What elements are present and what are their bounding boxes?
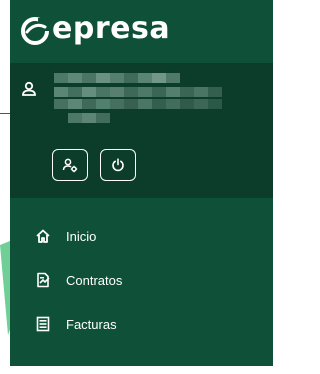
- sidebar: epresa Inicio Contratos Facturas: [10, 0, 273, 366]
- user-panel: [10, 63, 273, 198]
- power-icon: [112, 158, 124, 172]
- invoice-list-icon: [34, 315, 52, 333]
- nav-label-contratos: Contratos: [66, 272, 123, 288]
- logout-button[interactable]: [100, 149, 136, 181]
- nav-item-inicio[interactable]: Inicio: [10, 214, 273, 258]
- epresa-logo-icon[interactable]: [18, 14, 52, 48]
- main-nav: Inicio Contratos Facturas: [10, 214, 273, 346]
- nav-label-inicio: Inicio: [66, 228, 97, 244]
- home-icon: [34, 227, 52, 245]
- profile-settings-button[interactable]: [52, 149, 88, 181]
- user-settings-icon: [62, 158, 78, 173]
- contract-sign-icon: [34, 271, 52, 289]
- user-icon: [22, 81, 36, 96]
- logo-wordmark[interactable]: epresa: [52, 12, 170, 46]
- nav-item-contratos[interactable]: Contratos: [10, 258, 273, 302]
- user-name-redacted: [54, 73, 230, 131]
- logo-bar: epresa: [10, 0, 273, 63]
- nav-item-facturas[interactable]: Facturas: [10, 302, 273, 346]
- nav-label-facturas: Facturas: [66, 316, 117, 332]
